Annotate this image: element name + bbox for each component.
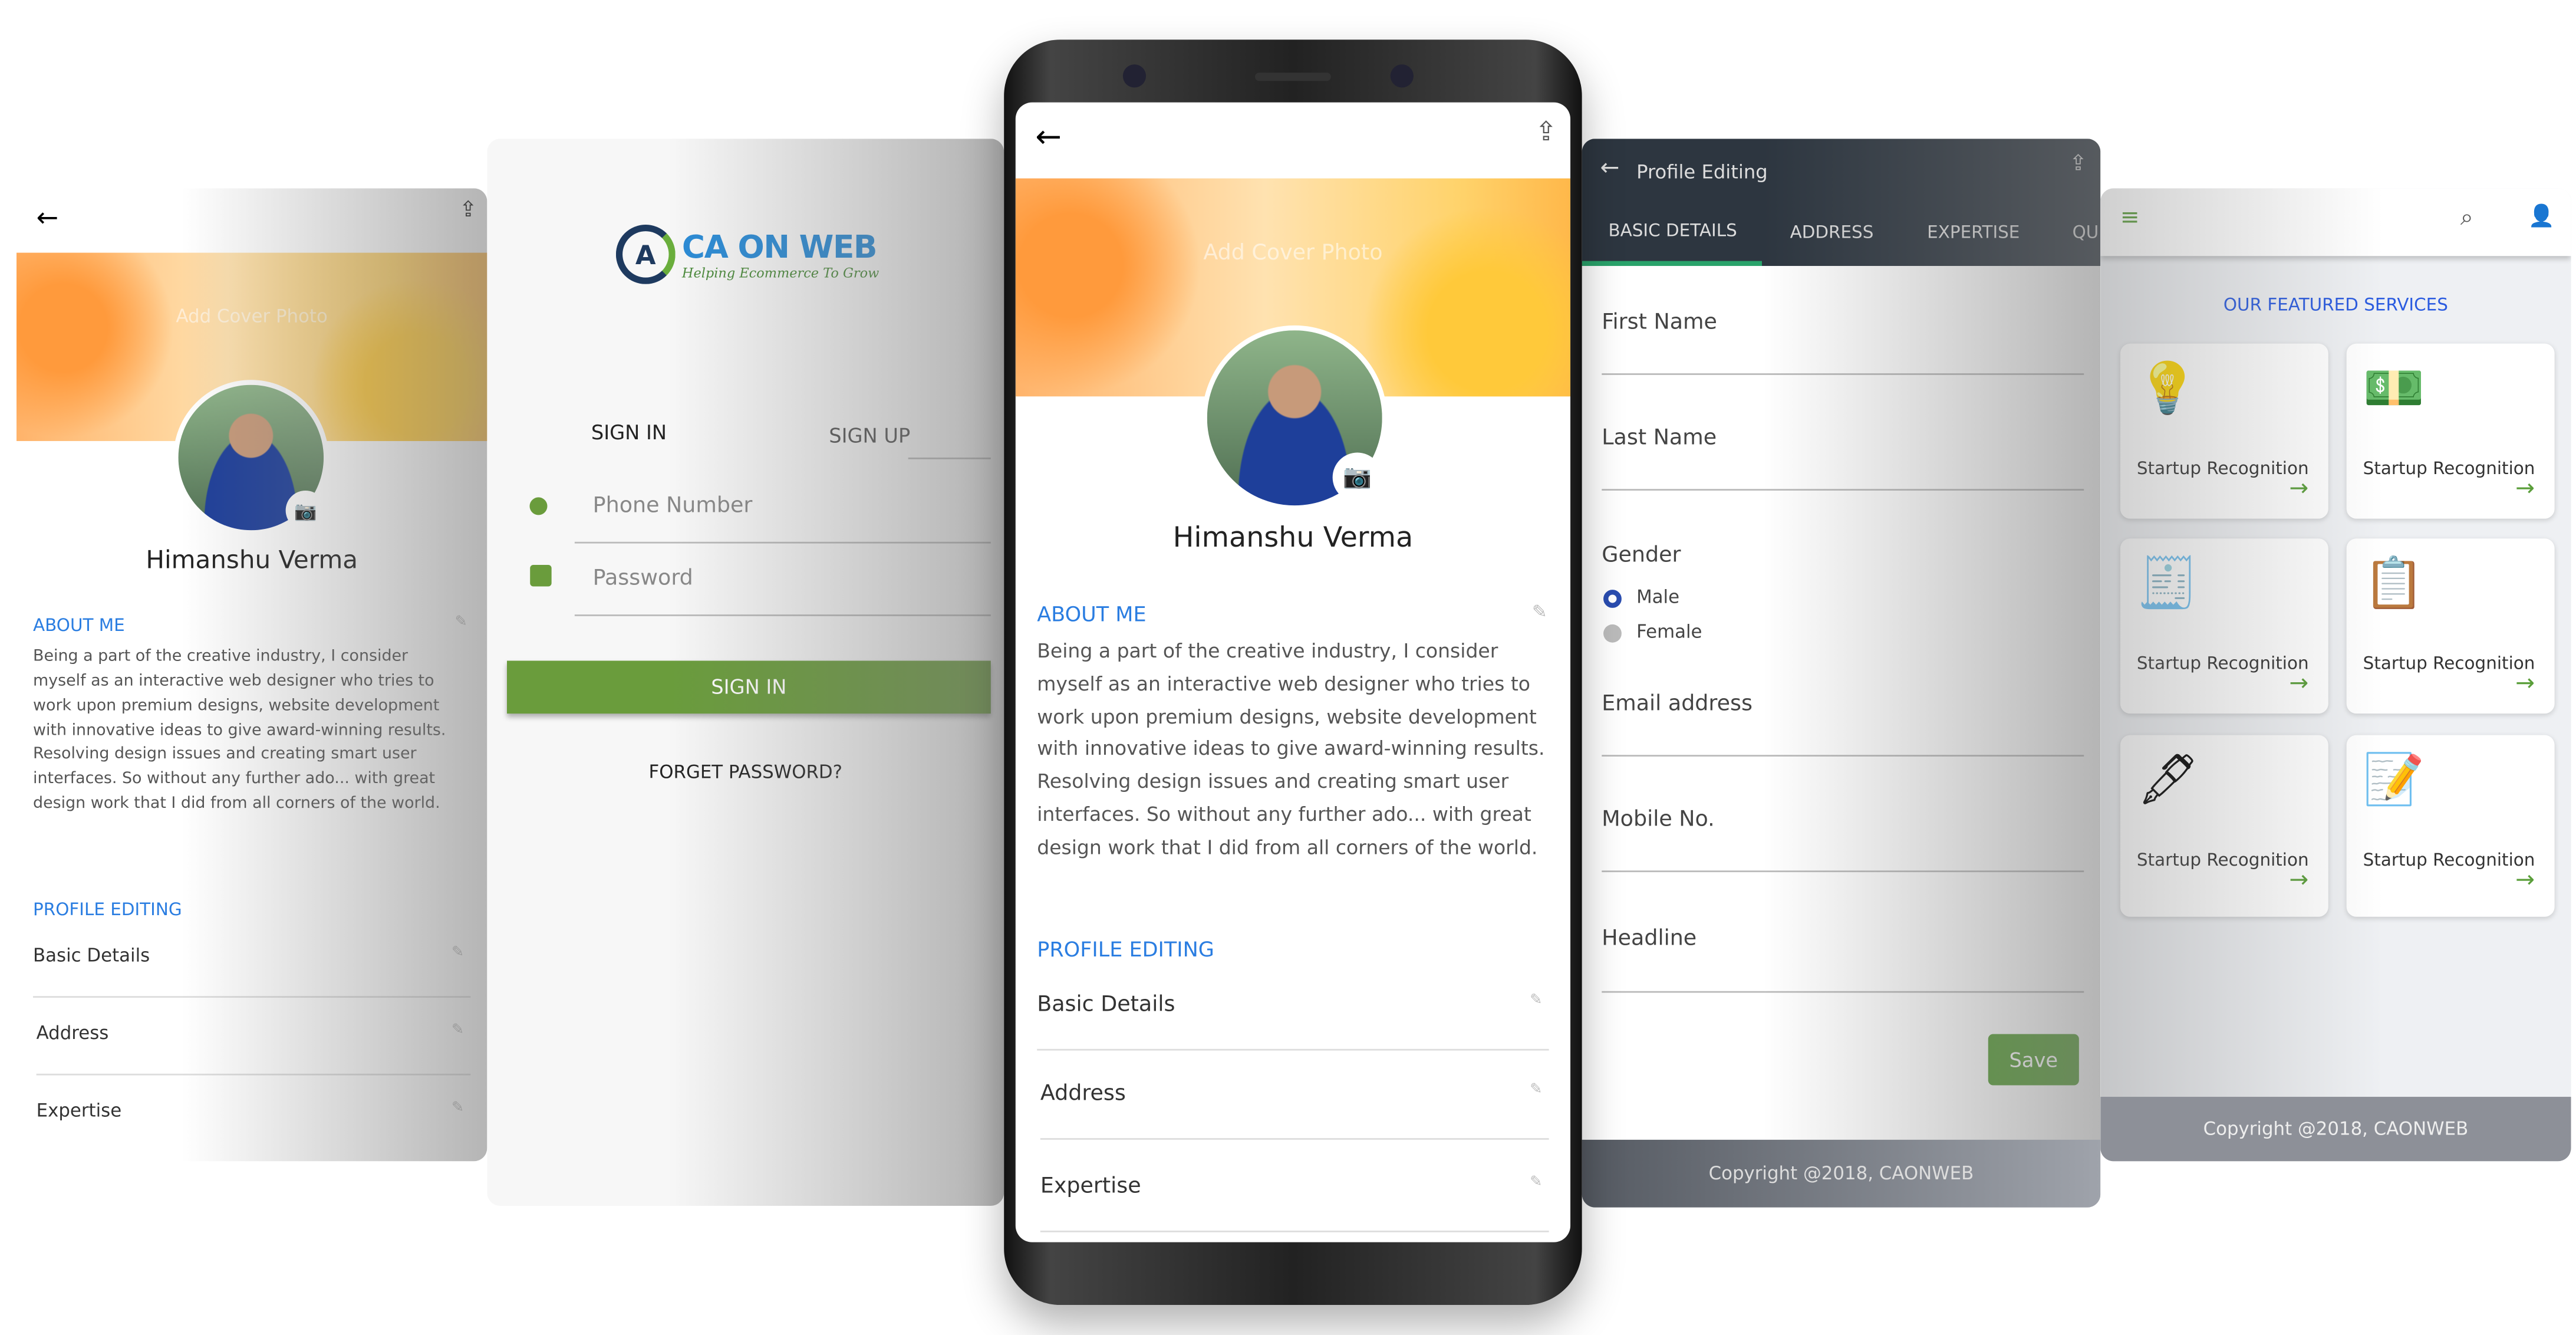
edit-icon[interactable]: ✎ — [452, 945, 464, 961]
service-label: Startup Recognition — [2136, 850, 2309, 871]
list-item-address[interactable]: Address ✎ — [36, 1022, 471, 1076]
edit-profile-screen: ← Profile Editing ⇪ BASIC DETAILS ADDRES… — [1582, 139, 2101, 1208]
camera-icon[interactable]: 📷 — [1332, 452, 1382, 502]
logo-mark-icon: A — [615, 224, 676, 284]
arrow-right-icon[interactable]: → — [2289, 670, 2308, 697]
share-icon[interactable]: ⇪ — [2069, 152, 2087, 177]
list-item-expertise[interactable]: Expertise ✎ — [1040, 1175, 1549, 1232]
services-screen: ≡ ⌕ 👤 OUR FEATURED SERVICES 💡 Startup Rec… — [2100, 188, 2571, 1162]
edit-icon[interactable]: ✎ — [452, 1022, 464, 1039]
list-item-expertise[interactable]: Expertise ✎ — [37, 1100, 471, 1153]
cover-label: Add Cover Photo — [176, 305, 328, 327]
password-input[interactable]: Password — [593, 567, 693, 591]
footer: Copyright @2018, CAONWEB — [2100, 1097, 2571, 1162]
profile-screen-left: ← ⇪ Add Cover Photo 📷 Himanshu Verma ABO… — [17, 188, 487, 1162]
front-camera-icon — [1390, 64, 1414, 88]
edit-title: Profile Editing — [1636, 160, 1768, 183]
gender-label: Gender — [1602, 543, 1681, 568]
list-item-basic-details[interactable]: Basic Details ✎ — [1037, 993, 1549, 1051]
service-card[interactable]: 🧾 Startup Recognition → — [2120, 538, 2328, 714]
tab-more[interactable]: QU — [2073, 223, 2099, 243]
male-radio[interactable] — [1603, 590, 1622, 608]
about-text: Being a part of the creative industry, I… — [1037, 639, 1545, 859]
footer: Copyright @2018, CAONWEB — [1582, 1139, 2101, 1208]
about-heading: ABOUT ME — [1037, 601, 1147, 626]
profile-name: Himanshu Verma — [146, 545, 358, 575]
logo: A CA ON WEB Helping Ecommerce To Grow — [615, 224, 879, 284]
service-label: Startup Recognition — [2363, 850, 2535, 871]
service-card[interactable]: 📋 Startup Recognition → — [2346, 538, 2555, 714]
forgot-password-link[interactable]: FORGET PASSWORD? — [487, 761, 1004, 782]
back-icon[interactable]: ← — [1600, 155, 1619, 182]
last-name-field[interactable]: Last Name — [1602, 426, 1717, 451]
edit-document-icon: 📝 — [2363, 751, 2425, 810]
back-icon[interactable]: ← — [37, 202, 59, 233]
edit-icon[interactable]: ✎ — [1530, 1175, 1542, 1191]
tab-basic-details[interactable]: BASIC DETAILS — [1608, 221, 1737, 241]
sign-in-button[interactable]: SIGN IN — [506, 660, 991, 714]
about-heading: ABOUT ME — [33, 616, 125, 636]
edit-icon[interactable]: ✎ — [455, 614, 467, 631]
first-name-field[interactable]: First Name — [1602, 311, 1717, 336]
tab-address[interactable]: ADDRESS — [1790, 223, 1874, 243]
edit-icon[interactable]: ✎ — [1530, 1082, 1542, 1099]
service-card[interactable]: 📝 Startup Recognition → — [2346, 735, 2555, 917]
tab-sign-up[interactable]: SIGN UP — [829, 425, 910, 448]
profile-screen-center: ← ⇪ Add Cover Photo 📷 Himanshu Verma ABO… — [1015, 102, 1571, 1242]
arrow-right-icon[interactable]: → — [2515, 670, 2535, 697]
share-icon[interactable]: ⇪ — [459, 198, 477, 223]
phone-input[interactable]: Phone Number — [593, 494, 753, 519]
logo-tagline: Helping Ecommerce To Grow — [681, 265, 879, 280]
edit-header — [1582, 139, 2101, 267]
service-card[interactable]: 💵 Startup Recognition → — [2346, 343, 2555, 519]
logo-brand: CA ON WEB — [681, 228, 878, 265]
lock-icon — [530, 565, 552, 587]
service-card[interactable]: 🖋 Startup Recognition → — [2120, 735, 2328, 917]
email-field[interactable]: Email address — [1602, 692, 1753, 717]
about-text: Being a part of the creative industry, I… — [33, 647, 446, 813]
service-label: Startup Recognition — [2136, 459, 2309, 479]
service-label: Startup Recognition — [2363, 654, 2535, 674]
menu-icon[interactable]: ≡ — [2120, 205, 2140, 231]
search-icon[interactable]: ⌕ — [2460, 205, 2473, 231]
profile-name: Himanshu Verma — [1172, 522, 1414, 555]
front-camera-icon — [1122, 64, 1147, 88]
speaker — [1254, 73, 1331, 81]
services-heading: OUR FEATURED SERVICES — [2223, 295, 2448, 316]
edit-icon[interactable]: ✎ — [452, 1100, 464, 1117]
editing-heading: PROFILE EDITING — [33, 900, 182, 920]
account-icon[interactable]: 👤 — [2528, 205, 2555, 229]
active-tab-indicator — [1582, 261, 1762, 267]
login-screen: A CA ON WEB Helping Ecommerce To Grow SI… — [487, 139, 1004, 1206]
cover-label: Add Cover Photo — [1203, 241, 1383, 267]
camera-icon[interactable]: 📷 — [285, 490, 325, 531]
arrow-right-icon[interactable]: → — [2515, 476, 2535, 502]
arrow-right-icon[interactable]: → — [2515, 867, 2535, 894]
pen-document-icon: 🖋 — [2136, 751, 2200, 810]
lightbulb-dollar-icon: 💡 — [2136, 360, 2199, 418]
female-radio[interactable] — [1603, 624, 1622, 643]
headline-field[interactable]: Headline — [1602, 927, 1697, 952]
back-icon[interactable]: ← — [1035, 119, 1062, 156]
save-button[interactable]: Save — [1988, 1034, 2079, 1086]
edit-icon[interactable]: ✎ — [1532, 601, 1547, 623]
gst-document-icon: 🧾 — [2136, 555, 2199, 613]
arrow-right-icon[interactable]: → — [2289, 476, 2308, 502]
service-label: Startup Recognition — [2363, 459, 2535, 479]
money-coins-icon: 💵 — [2363, 360, 2425, 418]
list-item-address[interactable]: Address ✎ — [1040, 1082, 1549, 1140]
arrow-right-icon[interactable]: → — [2289, 867, 2308, 894]
tab-sign-in[interactable]: SIGN IN — [591, 421, 667, 444]
service-card[interactable]: 💡 Startup Recognition → — [2120, 343, 2328, 519]
stamp-document-icon: 📋 — [2363, 555, 2425, 613]
editing-heading: PROFILE EDITING — [1037, 936, 1214, 962]
edit-icon[interactable]: ✎ — [1530, 993, 1542, 1010]
user-icon: ● — [528, 492, 549, 519]
list-item-basic-details[interactable]: Basic Details ✎ — [33, 945, 471, 998]
mobile-field[interactable]: Mobile No. — [1602, 808, 1714, 833]
tab-expertise[interactable]: EXPERTISE — [1927, 223, 2020, 243]
service-label: Startup Recognition — [2136, 654, 2309, 674]
share-icon[interactable]: ⇪ — [1535, 116, 1557, 147]
services-header — [2100, 188, 2571, 257]
